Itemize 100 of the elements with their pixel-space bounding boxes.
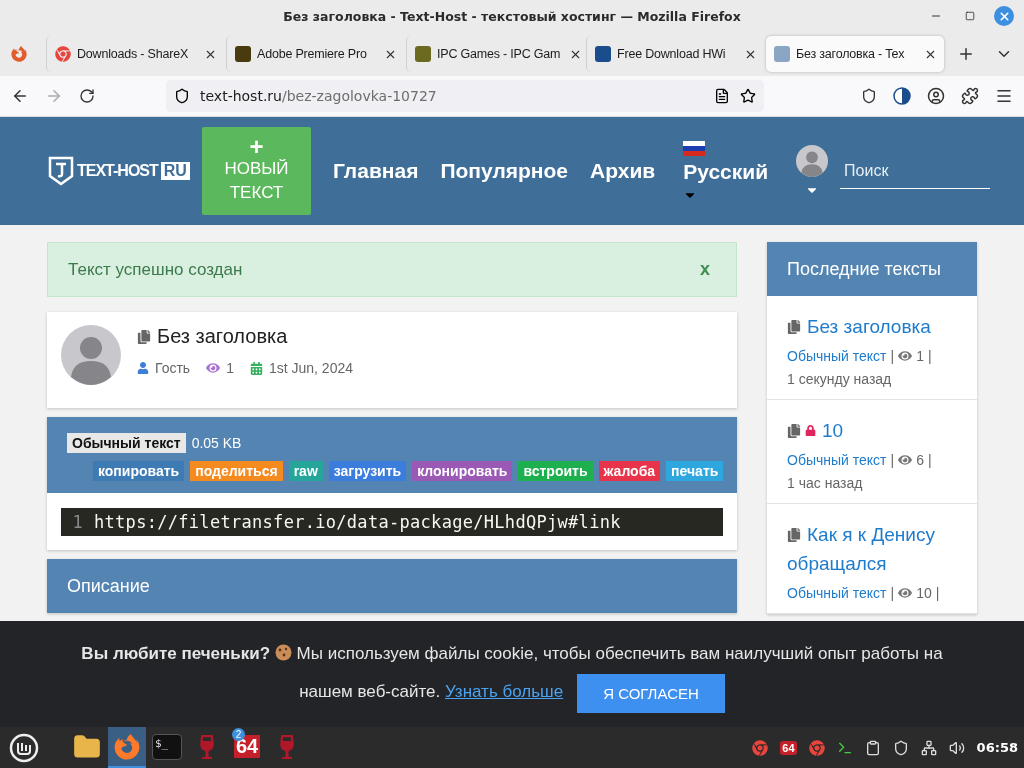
browser-tray-icon[interactable] [808, 739, 825, 756]
user-circle-icon [927, 87, 945, 105]
dark-reader-button[interactable] [890, 84, 914, 108]
action-button[interactable]: копировать [93, 461, 185, 481]
action-button[interactable]: загрузить [328, 461, 407, 481]
line-number: 1 [71, 512, 84, 532]
volume-icon[interactable] [948, 739, 965, 756]
cookie-icon [274, 644, 292, 662]
reload-icon [79, 88, 95, 104]
nav-link[interactable]: Популярное [440, 159, 569, 183]
separator-text: | [927, 348, 932, 364]
alert-text: Текст успешно создан [68, 259, 243, 280]
folder-icon [73, 732, 101, 761]
shield-icon [174, 88, 190, 104]
nav-link[interactable]: Архив [590, 159, 656, 183]
view-count: 1 [226, 360, 234, 376]
tab-title: Downloads - ShareX [77, 47, 190, 61]
syntax-label: Обычный текст [67, 433, 186, 453]
view-count: 1 [916, 348, 924, 364]
window-title: Без заголовка - Text-Host - текстовый хостинг — Mozilla Firefox [283, 8, 741, 24]
browser-tab[interactable]: Adobe Premiere Pro [226, 36, 404, 72]
syntax-link[interactable]: Обычный текст [787, 585, 887, 601]
firefox-icon [11, 46, 27, 62]
browser-tray-icon[interactable] [752, 739, 769, 756]
tab-favicon [595, 46, 611, 62]
puzzle-icon [961, 87, 979, 105]
chrome-icon [55, 46, 71, 62]
separator-text: | [935, 585, 940, 601]
logo-badge: RU [160, 162, 190, 180]
learn-more-link[interactable]: Узнать больше [445, 682, 564, 702]
flag-icon [683, 140, 706, 156]
network-icon[interactable] [920, 739, 937, 756]
close-button[interactable] [994, 6, 1014, 26]
paste-time: 1 час назад [787, 475, 864, 491]
copy-icon [787, 527, 801, 542]
post-title: Без заголовка [157, 325, 288, 348]
close-icon [997, 9, 1011, 23]
terminal-icon: $_ [152, 733, 182, 760]
nav-link[interactable]: Главная [333, 159, 419, 183]
menu-icon [995, 87, 1013, 105]
action-button[interactable]: встроить [518, 461, 593, 481]
tray-label[interactable]: 64 [780, 740, 797, 755]
search-field[interactable]: Поиск [840, 153, 991, 189]
reader-view-icon[interactable] [714, 88, 730, 104]
separator-text: | [890, 452, 895, 468]
post-date: 1st Jun, 2024 [268, 360, 353, 376]
code-text: https://filetransfer.io/data-package/HLhdQPjw#link [94, 512, 621, 532]
bookmark-star-icon[interactable] [740, 88, 756, 104]
taskbar-app[interactable]: $_ [148, 727, 186, 768]
address-bar[interactable]: text-host.ru/bez-zagolovka-10727 [166, 80, 764, 112]
half-circle-icon [893, 87, 911, 105]
view-count: 10 [916, 585, 932, 601]
clipboard-icon[interactable] [864, 739, 881, 756]
tab-favicon [415, 46, 431, 62]
eye-icon [898, 586, 913, 600]
separator-text: | [927, 452, 932, 468]
paste-time: 1 секунду назад [787, 371, 893, 387]
copy-icon [137, 329, 151, 344]
separator-text: | [890, 585, 895, 601]
firefox-view-button[interactable] [8, 43, 30, 65]
mint-logo-icon [9, 732, 39, 763]
paste-link[interactable]: 10 [787, 416, 957, 445]
browser-tab[interactable]: Free Download HWi [586, 36, 764, 72]
arrow-right-icon [45, 87, 63, 105]
tab-favicon [235, 46, 251, 62]
shield-icon [861, 88, 877, 104]
eye-icon [206, 361, 221, 375]
alert-close-button[interactable]: x [694, 258, 716, 281]
logo-text: TEXT-HOST [77, 162, 158, 180]
paste-size: 0.05 KB [191, 435, 242, 451]
syntax-link[interactable]: Обычный текст [787, 348, 887, 364]
eye-icon [898, 349, 913, 363]
new-text-button[interactable]: + НОВЫЙ ТЕКСТ [202, 127, 311, 215]
avatar-icon[interactable] [796, 145, 829, 177]
browser-tab[interactable]: Без заголовка - Tex [766, 36, 944, 72]
maximize-icon [965, 11, 975, 21]
syntax-link[interactable]: Обычный текст [787, 452, 887, 468]
logo-icon [48, 156, 74, 186]
firefox-icon [114, 733, 140, 760]
browser-tab[interactable]: IPC Games - IPC Gam [406, 36, 584, 72]
description-header: Описание [47, 559, 737, 613]
action-button[interactable]: клонировать [412, 461, 513, 481]
agree-button[interactable]: Я СОГЛАСЕН [577, 673, 725, 713]
action-button[interactable]: поделиться [190, 461, 283, 481]
shield-icon[interactable] [892, 739, 909, 756]
calendar-icon [249, 361, 263, 375]
plus-icon [957, 45, 975, 63]
clock: 06:58 [976, 740, 1018, 755]
tab-title: Adobe Premiere Pro [257, 47, 368, 61]
action-button[interactable]: raw [288, 461, 323, 481]
browser-tab[interactable]: Downloads - ShareX [46, 36, 224, 72]
language-link[interactable]: Русский [683, 159, 769, 184]
paste-link[interactable]: Без заголовка [787, 312, 957, 341]
action-button[interactable]: жалоба [598, 461, 661, 481]
action-button[interactable]: печать [666, 461, 724, 481]
separator-text: | [890, 348, 895, 364]
paste-link[interactable]: Как я к Денису обращался [787, 520, 957, 578]
sidebar-title: Последние тексты [767, 242, 977, 296]
user-icon [137, 362, 149, 374]
view-count: 6 [916, 452, 924, 468]
